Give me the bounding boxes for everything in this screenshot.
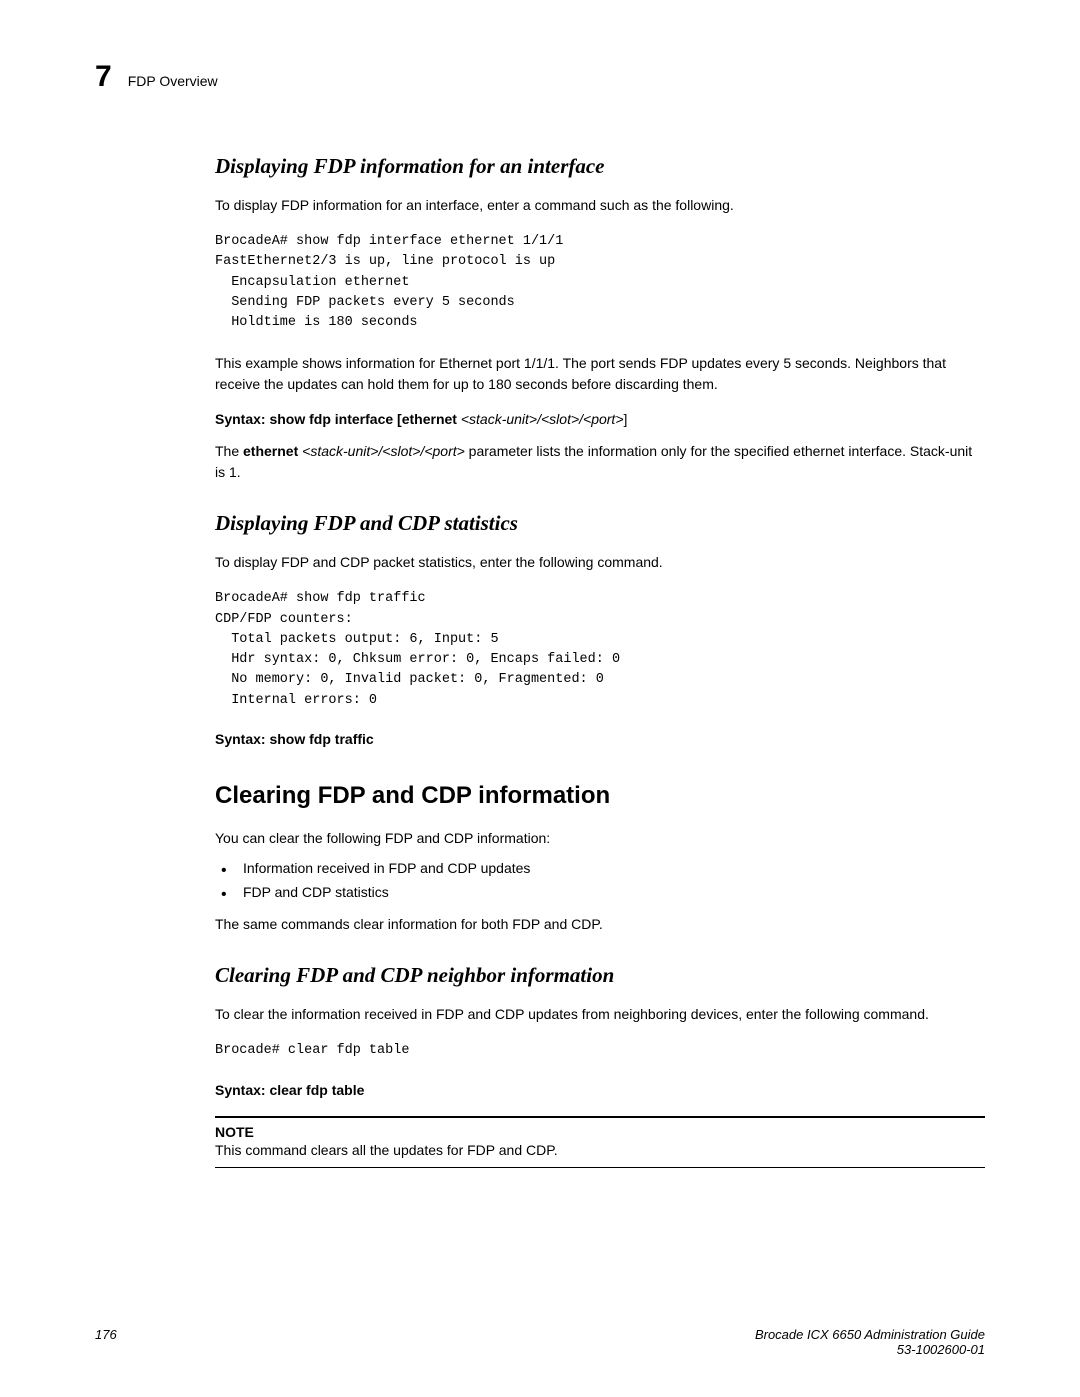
list-item: Information received in FDP and CDP upda… — [215, 857, 985, 881]
code-block: BrocadeA# show fdp traffic CDP/FDP count… — [215, 589, 985, 711]
syntax-command: show fdp traffic — [269, 731, 373, 747]
code-block: BrocadeA# show fdp interface ethernet 1/… — [215, 232, 985, 333]
list-item: FDP and CDP statistics — [215, 881, 985, 905]
code-block: Brocade# clear fdp table — [215, 1041, 985, 1061]
section-heading-clearing: Clearing FDP and CDP information — [215, 782, 985, 810]
syntax-line: Syntax: show fdp interface [ethernet <st… — [215, 411, 985, 427]
page-footer: 176 Brocade ICX 6650 Administration Guid… — [95, 1327, 985, 1357]
body-text: The ethernet <stack-unit>/<slot>/<port> … — [215, 441, 985, 483]
bullet-list: Information received in FDP and CDP upda… — [215, 857, 985, 905]
syntax-label: Syntax: — [215, 411, 266, 427]
body-text: You can clear the following FDP and CDP … — [215, 828, 985, 849]
note-block: NOTE This command clears all the updates… — [215, 1116, 985, 1168]
syntax-optional: [ethernet — [397, 411, 461, 427]
syntax-suffix: ] — [624, 411, 628, 427]
param-ethernet: ethernet — [243, 443, 302, 459]
section-heading-neighbor: Clearing FDP and CDP neighbor informatio… — [215, 963, 985, 988]
body-text: The same commands clear information for … — [215, 914, 985, 935]
body-text: To clear the information received in FDP… — [215, 1004, 985, 1025]
note-text: This command clears all the updates for … — [215, 1140, 985, 1161]
param-args: <stack-unit>/<slot>/<port> — [302, 443, 465, 459]
doc-number: 53-1002600-01 — [755, 1342, 985, 1357]
syntax-line: Syntax: show fdp traffic — [215, 731, 985, 747]
body-text: This example shows information for Ether… — [215, 353, 985, 395]
section-heading-statistics: Displaying FDP and CDP statistics — [215, 511, 985, 536]
chapter-number: 7 — [95, 60, 112, 94]
page-number: 176 — [95, 1327, 117, 1357]
syntax-command: clear fdp table — [269, 1082, 364, 1098]
syntax-params: <stack-unit>/<slot>/<port> — [461, 411, 624, 427]
footer-right: Brocade ICX 6650 Administration Guide 53… — [755, 1327, 985, 1357]
body-text: To display FDP information for an interf… — [215, 195, 985, 216]
syntax-line: Syntax: clear fdp table — [215, 1082, 985, 1098]
param-prefix: The — [215, 443, 243, 459]
syntax-label: Syntax: — [215, 731, 266, 747]
body-text: To display FDP and CDP packet statistics… — [215, 552, 985, 573]
syntax-command: show fdp interface — [269, 411, 393, 427]
guide-title: Brocade ICX 6650 Administration Guide — [755, 1327, 985, 1342]
note-label: NOTE — [215, 1124, 985, 1140]
syntax-label: Syntax: — [215, 1082, 266, 1098]
page-header: 7 FDP Overview — [95, 60, 985, 94]
chapter-title: FDP Overview — [128, 73, 218, 89]
section-heading-interface: Displaying FDP information for an interf… — [215, 154, 985, 179]
page-content: Displaying FDP information for an interf… — [95, 154, 985, 1168]
